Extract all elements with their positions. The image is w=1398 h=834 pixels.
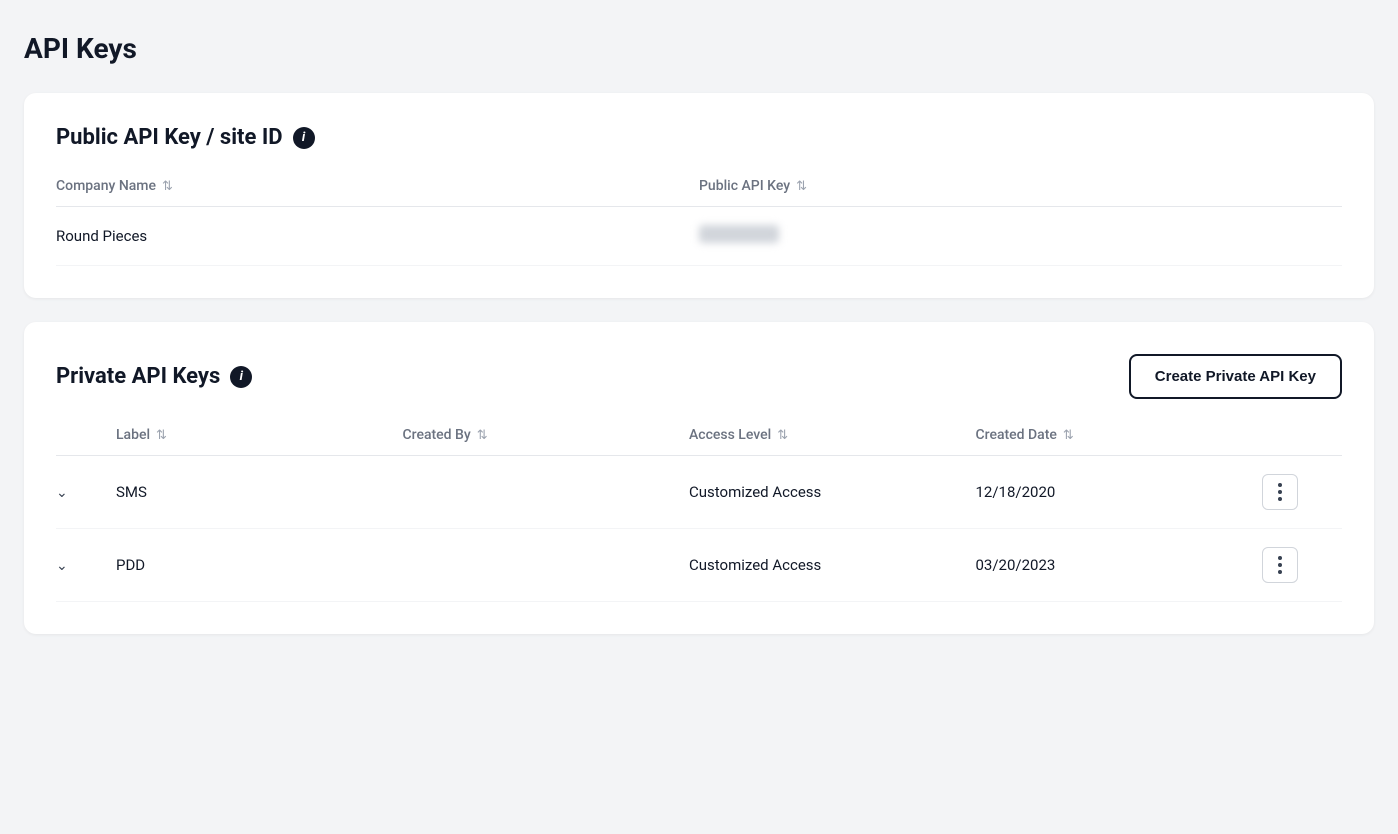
more-actions-button-pdd[interactable] xyxy=(1262,547,1298,583)
col-header-access-level: Access Level xyxy=(689,427,976,443)
created-date-cell-pdd: 03/20/2023 xyxy=(976,556,1263,574)
public-table-header: Company Name Public API Key xyxy=(56,178,1342,207)
col-header-expand xyxy=(56,427,116,443)
label-cell-pdd: PDD xyxy=(116,556,403,574)
private-table-header: Label Created By Access Level Created Da… xyxy=(56,427,1342,456)
chevron-down-icon[interactable]: ⌄ xyxy=(56,485,68,501)
more-actions-button-sms[interactable] xyxy=(1262,474,1298,510)
public-card-header: Public API Key / site ID i xyxy=(56,125,1342,150)
company-name-cell: Round Pieces xyxy=(56,227,699,245)
actions-cell-sms xyxy=(1262,474,1342,510)
public-info-icon[interactable]: i xyxy=(293,127,315,149)
col-header-created-by: Created By xyxy=(403,427,690,443)
access-level-cell-sms: Customized Access xyxy=(689,483,976,501)
public-card-title: Public API Key / site ID i xyxy=(56,125,315,150)
created-date-cell-sms: 12/18/2020 xyxy=(976,483,1263,501)
col-header-company-name: Company Name xyxy=(56,178,699,194)
public-api-key-cell xyxy=(699,225,1342,247)
col-header-label: Label xyxy=(116,427,403,443)
private-info-icon[interactable]: i xyxy=(230,366,252,388)
blurred-api-key xyxy=(699,225,779,243)
col-header-public-api-key: Public API Key xyxy=(699,178,1342,194)
create-private-api-key-button[interactable]: Create Private API Key xyxy=(1129,354,1342,399)
access-level-sort-icon[interactable] xyxy=(777,428,788,443)
public-table-row: Round Pieces xyxy=(56,207,1342,266)
label-sort-icon[interactable] xyxy=(156,428,167,443)
company-name-sort-icon[interactable] xyxy=(162,179,173,194)
page-title: API Keys xyxy=(24,32,1374,65)
access-level-cell-pdd: Customized Access xyxy=(689,556,976,574)
label-cell-sms: SMS xyxy=(116,483,403,501)
chevron-down-icon[interactable]: ⌄ xyxy=(56,558,68,574)
more-dots-icon xyxy=(1278,483,1282,501)
col-header-actions xyxy=(1262,427,1342,443)
expand-icon-pdd[interactable]: ⌄ xyxy=(56,556,116,574)
col-header-created-date: Created Date xyxy=(976,427,1263,443)
public-api-key-sort-icon[interactable] xyxy=(796,179,807,194)
private-table-row: ⌄ SMS Customized Access 12/18/2020 xyxy=(56,456,1342,529)
created-date-sort-icon[interactable] xyxy=(1063,428,1074,443)
private-api-keys-card: Private API Keys i Create Private API Ke… xyxy=(24,322,1374,634)
private-card-header: Private API Keys i Create Private API Ke… xyxy=(56,354,1342,399)
created-by-sort-icon[interactable] xyxy=(477,428,488,443)
actions-cell-pdd xyxy=(1262,547,1342,583)
private-table-row: ⌄ PDD Customized Access 03/20/2023 xyxy=(56,529,1342,602)
expand-icon-sms[interactable]: ⌄ xyxy=(56,483,116,501)
public-card-title-text: Public API Key / site ID xyxy=(56,125,283,150)
more-dots-icon xyxy=(1278,556,1282,574)
private-card-title: Private API Keys i xyxy=(56,364,252,389)
private-card-title-text: Private API Keys xyxy=(56,364,220,389)
public-api-key-card: Public API Key / site ID i Company Name … xyxy=(24,93,1374,298)
